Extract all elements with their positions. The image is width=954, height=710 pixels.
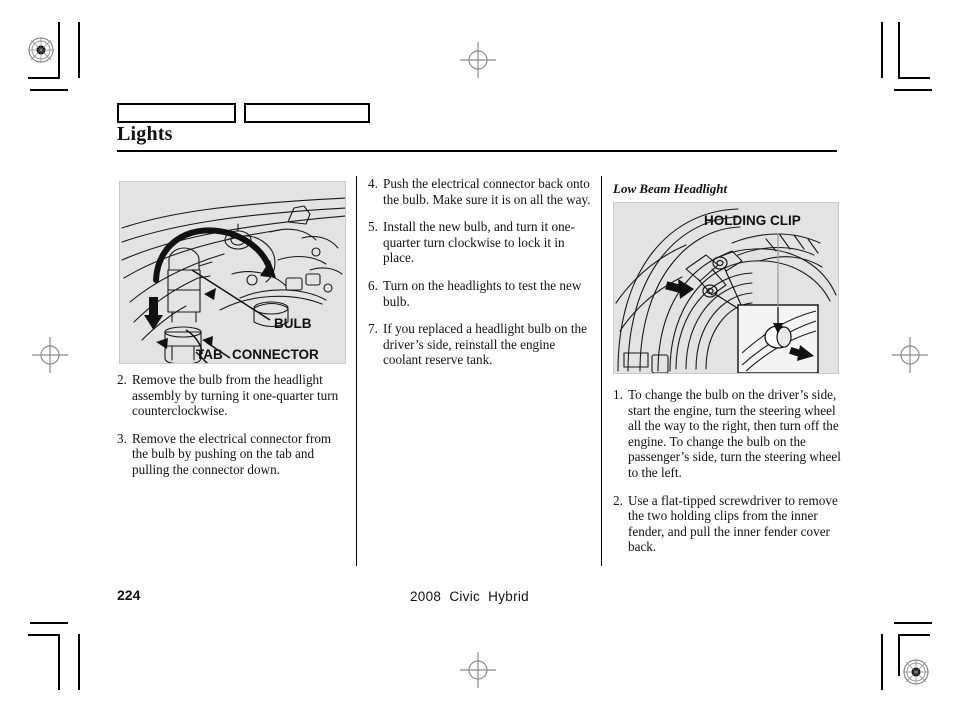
- crop-mark-bottom-left-corner-h: [28, 634, 60, 636]
- list-item: 1. To change the bulb on the driver’s si…: [613, 387, 843, 481]
- step-text: Install the new bulb, and turn it one-qu…: [383, 219, 575, 266]
- registration-target-top-left: [28, 37, 54, 63]
- step-text: Remove the bulb from the headlight assem…: [132, 372, 339, 419]
- step-number: 2.: [613, 492, 623, 508]
- middle-column: 4. Push the electrical connector back on…: [368, 176, 594, 380]
- step-number: 4.: [368, 176, 378, 191]
- tab-label: TAB: [196, 347, 223, 362]
- registration-target-bottom-right: [903, 659, 929, 685]
- step-number: 7.: [368, 321, 378, 337]
- crop-mark-bottom-left-h: [30, 622, 68, 624]
- crop-mark-bottom-right-v: [881, 634, 883, 690]
- step-number: 5.: [368, 219, 378, 235]
- crop-mark-top-left-corner-v: [58, 22, 60, 78]
- crop-mark-top-right-corner-v: [898, 22, 900, 78]
- step-text: Use a flat-tipped screwdriver to remove …: [628, 492, 838, 555]
- column-divider-right: [601, 176, 602, 566]
- column-divider-left: [356, 176, 357, 566]
- crop-mark-top-left-v: [78, 22, 80, 78]
- step-text: To change the bulb on the driver’s side,…: [628, 387, 841, 480]
- list-item: 6. Turn on the headlights to test the ne…: [368, 278, 594, 309]
- holding-clip-label: HOLDING CLIP: [704, 213, 801, 228]
- step-number: 1.: [613, 387, 623, 402]
- crop-mark-top-left-h: [30, 89, 68, 91]
- crop-mark-bottom-right-corner-h: [898, 634, 930, 636]
- crop-mark-top-right-h: [894, 89, 932, 91]
- wheel-well-holding-clip-figure: HOLDING CLIP: [613, 202, 839, 374]
- list-item: 3. Remove the electrical connector from …: [117, 431, 345, 478]
- step-text: Turn on the headlights to test the new b…: [383, 277, 582, 309]
- right-column: 1. To change the bulb on the driver’s si…: [613, 387, 843, 567]
- left-column: 2. Remove the bulb from the headlight as…: [117, 372, 345, 490]
- crop-mark-top-left-corner-h: [28, 77, 60, 79]
- crop-mark-bottom-right-corner-v: [898, 634, 900, 676]
- crop-mark-top-right-corner-h: [898, 77, 930, 79]
- list-item: 7. If you replaced a headlight bulb on t…: [368, 321, 594, 368]
- list-item: 2. Remove the bulb from the headlight as…: [117, 372, 345, 419]
- connector-label: CONNECTOR: [232, 347, 319, 362]
- crop-mark-bottom-right-h: [894, 622, 932, 624]
- step-number: 6.: [368, 277, 378, 293]
- manual-page: Lights BULB TAB CONNECTOR 2. Remove the …: [0, 0, 954, 710]
- step-number: 3.: [117, 430, 127, 446]
- headlight-bulb-removal-figure: BULB TAB CONNECTOR: [119, 181, 346, 364]
- list-item: 5. Install the new bulb, and turn it one…: [368, 219, 594, 266]
- bulb-label: BULB: [274, 316, 312, 331]
- header-tab-1[interactable]: [117, 103, 236, 123]
- step-text: If you replaced a headlight bulb on the …: [383, 321, 587, 368]
- list-item: 2. Use a flat-tipped screwdriver to remo…: [613, 493, 843, 555]
- step-text: Push the electrical connector back onto …: [383, 176, 591, 207]
- crop-mark-bottom-left-v: [78, 634, 80, 690]
- title-rule: [117, 150, 837, 152]
- low-beam-headlight-heading: Low Beam Headlight: [613, 181, 728, 196]
- step-number: 2.: [117, 372, 127, 387]
- crop-mark-top-right-v: [881, 22, 883, 78]
- registration-crosshair-top-center: [460, 42, 496, 78]
- registration-crosshair-right-middle: [892, 337, 928, 373]
- crop-mark-bottom-left-corner-v: [58, 634, 60, 690]
- page-number: 224: [117, 587, 141, 603]
- page-title: Lights: [117, 123, 173, 145]
- list-item: 4. Push the electrical connector back on…: [368, 176, 594, 207]
- registration-crosshair-bottom-center: [460, 652, 496, 688]
- header-tab-2[interactable]: [244, 103, 370, 123]
- registration-crosshair-left-middle: [32, 337, 68, 373]
- running-footer: 2008 Civic Hybrid: [410, 589, 529, 604]
- step-text: Remove the electrical connector from the…: [132, 430, 332, 477]
